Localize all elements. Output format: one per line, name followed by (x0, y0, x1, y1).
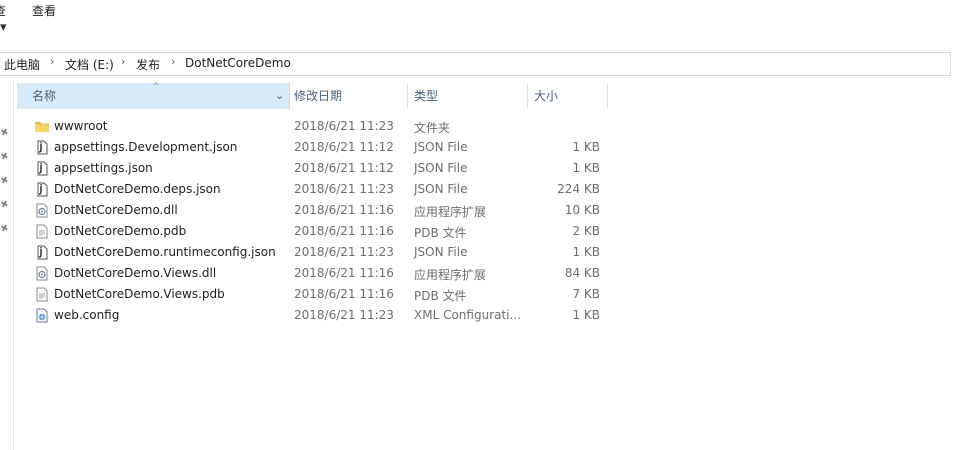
chevron-right-icon[interactable]: › (121, 55, 125, 68)
file-size: 1 KB (572, 308, 600, 322)
file-row[interactable]: DotNetCoreDemo.runtimeconfig.json 2018/6/… (17, 242, 617, 263)
file-row[interactable]: DotNetCoreDemo.pdb 2018/6/21 11:16 PDB 文件 2… (17, 221, 617, 242)
file-date-modified: 2018/6/21 11:23 (294, 308, 394, 322)
address-bar[interactable]: 此电脑 › 文档 (E:) › 发布 › DotNetCoreDemo (0, 52, 951, 76)
pin-icon[interactable]: ✚ (0, 199, 10, 211)
file-type: 应用程序扩展 (414, 205, 487, 219)
file-name: DotNetCoreDemo.Views.pdb (54, 287, 225, 301)
column-header-type[interactable]: 类型 (414, 83, 524, 109)
file-size: 224 KB (557, 182, 600, 196)
file-type: PDB 文件 (414, 226, 467, 240)
file-name: DotNetCoreDemo.dll (54, 203, 178, 217)
folder-icon (35, 119, 49, 134)
file-date-modified: 2018/6/21 11:16 (294, 203, 394, 217)
chevron-right-icon[interactable]: › (171, 55, 175, 68)
file-row[interactable]: DotNetCoreDemo.Views.pdb 2018/6/21 11:16 P… (17, 284, 617, 305)
file-row[interactable]: DotNetCoreDemo.Views.dll 2018/6/21 11:16 应… (17, 263, 617, 284)
file-date-modified: 2018/6/21 11:23 (294, 245, 394, 259)
json-file-icon (35, 140, 49, 155)
file-size: 7 KB (572, 287, 600, 301)
json-file-icon (35, 161, 49, 176)
file-name: appsettings.Development.json (54, 140, 238, 154)
menu-item-partial[interactable]: 查 (0, 2, 6, 19)
column-divider[interactable] (607, 83, 608, 109)
chevron-right-icon[interactable]: › (50, 55, 54, 68)
file-row[interactable]: wwwroot 2018/6/21 11:23 文件夹 (17, 116, 617, 137)
file-name: DotNetCoreDemo.deps.json (54, 182, 221, 196)
file-size: 1 KB (572, 140, 600, 154)
file-size: 1 KB (572, 245, 600, 259)
pdb-file-icon (35, 224, 49, 239)
menu-bar: 查 查看 (0, 0, 954, 20)
file-row[interactable]: web.config 2018/6/21 11:23 XML Configurati… (17, 305, 617, 326)
file-type: JSON File (414, 140, 468, 154)
menu-item-view[interactable]: 查看 (32, 2, 56, 19)
file-date-modified: 2018/6/21 11:16 (294, 266, 394, 280)
file-type: XML Configurati... (414, 308, 521, 322)
file-date-modified: 2018/6/21 11:16 (294, 224, 394, 238)
file-type: JSON File (414, 161, 468, 175)
file-date-modified: 2018/6/21 11:23 (294, 119, 394, 133)
column-divider[interactable] (407, 83, 408, 109)
breadcrumb-drive-e[interactable]: 文档 (E:) (65, 56, 114, 73)
file-type: JSON File (414, 245, 468, 259)
chevron-down-icon[interactable]: ▾ (0, 20, 7, 35)
file-row[interactable]: DotNetCoreDemo.dll 2018/6/21 11:16 应用程序扩展 1… (17, 200, 617, 221)
sort-ascending-icon: ^ (152, 82, 160, 92)
file-row[interactable]: DotNetCoreDemo.deps.json 2018/6/21 11:23 J… (17, 179, 617, 200)
column-header-date[interactable]: 修改日期 (294, 83, 406, 109)
breadcrumb-dotnetcoredemo[interactable]: DotNetCoreDemo (185, 56, 291, 70)
file-date-modified: 2018/6/21 11:12 (294, 161, 394, 175)
column-header-size[interactable]: 大小 (534, 83, 604, 109)
ribbon-strip: ▾ (0, 20, 954, 48)
file-size: 84 KB (564, 266, 600, 280)
dll-file-icon (35, 203, 49, 218)
file-type: 文件夹 (414, 121, 451, 135)
column-divider[interactable] (527, 83, 528, 109)
pin-icon[interactable]: ✚ (0, 223, 10, 235)
file-type: 应用程序扩展 (414, 268, 487, 282)
file-size: 2 KB (572, 224, 600, 238)
file-name: web.config (54, 308, 120, 322)
file-date-modified: 2018/6/21 11:16 (294, 287, 394, 301)
file-type: JSON File (414, 182, 468, 196)
breadcrumb-publish[interactable]: 发布 (136, 56, 160, 73)
file-row[interactable]: appsettings.json 2018/6/21 11:12 JSON File… (17, 158, 617, 179)
config-file-icon (35, 308, 49, 323)
pin-icon[interactable]: ✚ (0, 175, 10, 187)
json-file-icon (35, 245, 49, 260)
file-type: PDB 文件 (414, 289, 467, 303)
breadcrumb-this-pc[interactable]: 此电脑 (4, 56, 40, 73)
file-name: DotNetCoreDemo.pdb (54, 224, 187, 238)
pin-icon[interactable]: ✚ (0, 151, 10, 163)
file-size: 1 KB (572, 161, 600, 175)
dll-file-icon (35, 266, 49, 281)
chevron-down-icon[interactable]: ⌄ (275, 83, 284, 109)
file-name: appsettings.json (54, 161, 153, 175)
pin-icon[interactable]: ✚ (0, 127, 10, 139)
navigation-pane[interactable]: ✚ ✚ ✚ ✚ ✚ (0, 80, 14, 450)
file-name: DotNetCoreDemo.Views.dll (54, 266, 217, 280)
file-name: DotNetCoreDemo.runtimeconfig.json (54, 245, 276, 259)
pdb-file-icon (35, 287, 49, 302)
file-date-modified: 2018/6/21 11:12 (294, 140, 394, 154)
file-name: wwwroot (54, 119, 108, 133)
column-header-name[interactable]: ^ 名称 ⌄ (17, 82, 290, 109)
file-row[interactable]: appsettings.Development.json 2018/6/21 11… (17, 137, 617, 158)
file-date-modified: 2018/6/21 11:23 (294, 182, 394, 196)
json-file-icon (35, 182, 49, 197)
file-size: 10 KB (564, 203, 600, 217)
